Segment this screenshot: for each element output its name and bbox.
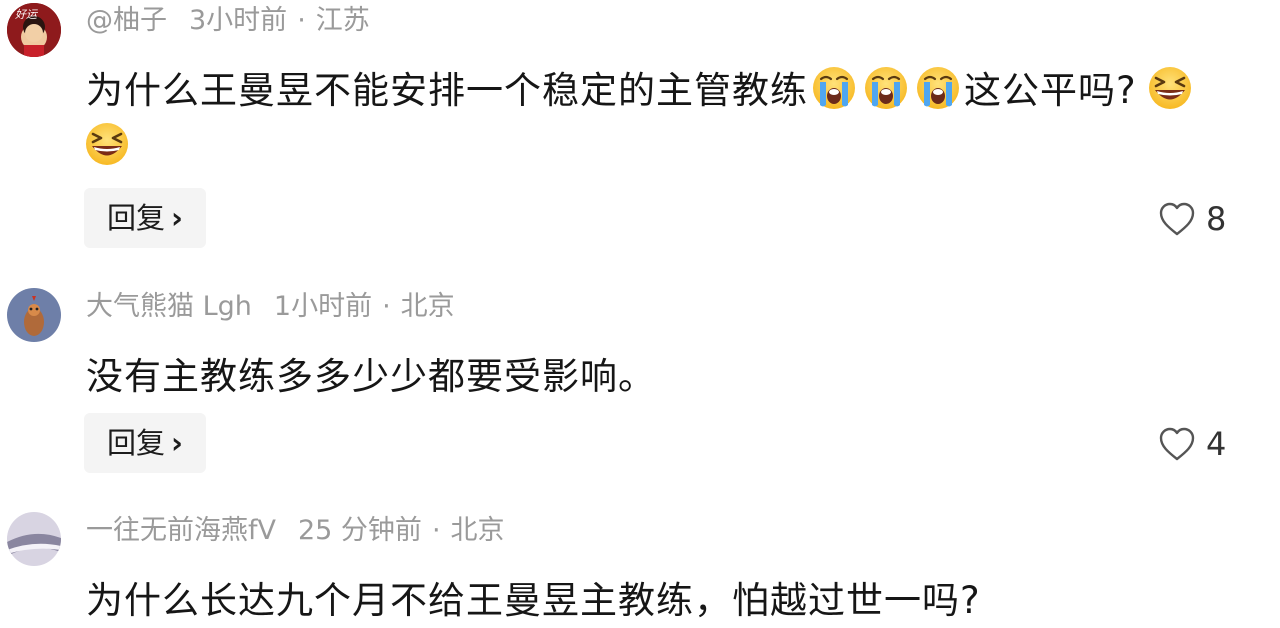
- avatar[interactable]: [7, 512, 61, 566]
- avatar[interactable]: 好运: [7, 3, 61, 57]
- comment-location: 江苏: [315, 5, 370, 36]
- comment-location: 北京: [450, 515, 505, 546]
- avatar[interactable]: [7, 288, 61, 342]
- username[interactable]: 大气熊猫 Lgh: [86, 291, 252, 322]
- comment-time: 25 分钟前: [297, 515, 422, 546]
- laughing-emoji-icon: [84, 121, 130, 167]
- comment-text-line2: [84, 120, 1278, 174]
- avatar-image: [7, 512, 61, 566]
- chevron-right-icon: ›: [171, 426, 183, 460]
- laughing-emoji-icon: [1147, 65, 1193, 111]
- like-button[interactable]: 8: [1158, 194, 1226, 244]
- meta-separator: ·: [431, 515, 441, 546]
- like-count: 4: [1206, 425, 1227, 463]
- heart-icon: [1159, 202, 1195, 236]
- like-count: 8: [1206, 200, 1227, 238]
- comment-text: 为什么长达九个月不给王曼昱主教练，怕越过世一吗?: [86, 579, 981, 622]
- comment-time: 3小时前: [189, 5, 288, 36]
- avatar-image: [7, 288, 61, 342]
- crying-emoji-icon: [915, 65, 961, 111]
- crying-emoji-icon: [811, 65, 857, 111]
- comment-meta: @柚子 3小时前 · 江苏: [86, 4, 370, 38]
- comment-meta: 大气熊猫 Lgh 1小时前 · 北京: [86, 290, 455, 324]
- reply-label: 回复: [107, 201, 166, 235]
- meta-separator: ·: [297, 5, 306, 36]
- comment-text: 为什么王曼昱不能安排一个稳定的主管教练 这公平吗?: [86, 64, 1280, 118]
- username[interactable]: @柚子: [86, 5, 167, 36]
- crying-emoji-icon: [863, 65, 909, 111]
- meta-separator: ·: [382, 291, 391, 322]
- chevron-right-icon: ›: [171, 201, 183, 235]
- reply-button[interactable]: 回复 ›: [84, 188, 206, 248]
- comment-text-tail: 这公平吗?: [964, 69, 1137, 112]
- reply-button[interactable]: 回复 ›: [84, 413, 206, 473]
- reply-label: 回复: [107, 426, 166, 460]
- comment-time: 1小时前: [273, 291, 373, 322]
- like-button[interactable]: 4: [1158, 419, 1226, 469]
- comment-text: 没有主教练多多少少都要受影响。: [86, 355, 656, 398]
- comment-meta: 一往无前海燕fV 25 分钟前 · 北京: [86, 514, 505, 548]
- comment-location: 北京: [400, 291, 455, 322]
- username[interactable]: 一往无前海燕fV: [86, 515, 276, 546]
- avatar-text: 好运: [15, 8, 37, 21]
- comment-text-main: 为什么王曼昱不能安排一个稳定的主管教练: [86, 69, 808, 112]
- heart-icon: [1159, 427, 1195, 461]
